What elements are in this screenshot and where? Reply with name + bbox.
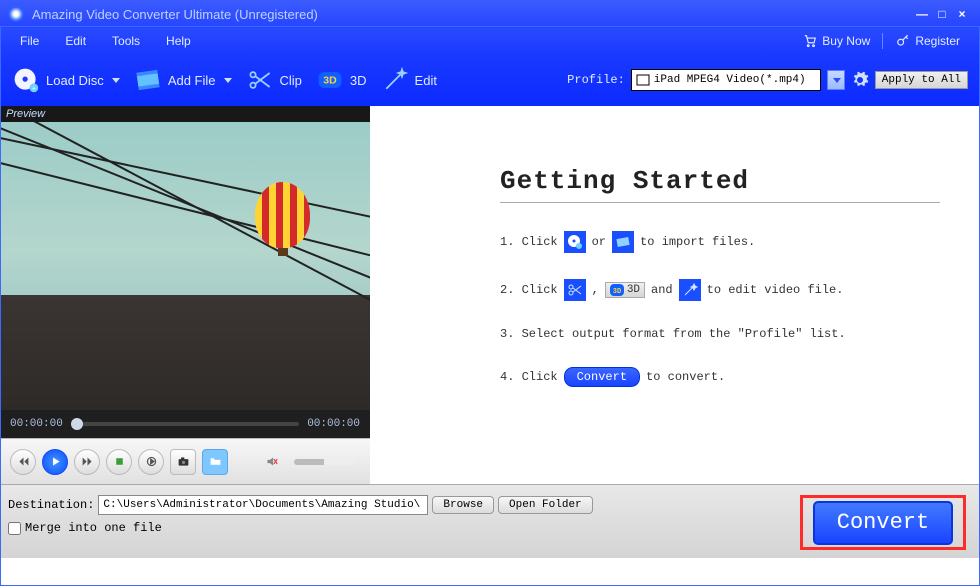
clip-button[interactable]: Clip: [246, 66, 302, 94]
preview-pane: Preview 00:00:00 00:00:00: [0, 106, 370, 484]
apply-to-all-button[interactable]: Apply to All: [875, 71, 968, 89]
svg-text:3D: 3D: [613, 288, 621, 296]
app-logo-icon: [8, 6, 24, 22]
minimize-button[interactable]: —: [912, 6, 932, 22]
step2-comma: ,: [592, 283, 599, 297]
film-icon: [134, 66, 162, 94]
gear-icon[interactable]: [851, 71, 869, 89]
menu-edit[interactable]: Edit: [57, 31, 104, 51]
time-bar: 00:00:00 00:00:00: [0, 410, 370, 438]
menu-file[interactable]: File: [12, 31, 57, 51]
profile-label: Profile:: [567, 73, 625, 87]
profile-dropdown-button[interactable]: [827, 70, 845, 90]
merge-checkbox[interactable]: [8, 522, 21, 535]
toolbar: + Load Disc Add File Clip 3D 3D Edit Pro…: [0, 54, 980, 106]
getting-started-heading: Getting Started: [500, 166, 940, 203]
3d-button[interactable]: 3D 3D: [316, 66, 367, 94]
cart-icon: [802, 34, 818, 48]
step2-text-a: 2. Click: [500, 283, 558, 297]
merge-label: Merge into one file: [25, 521, 162, 535]
time-current: 00:00:00: [10, 418, 63, 430]
step2-text-b: to edit video file.: [707, 283, 844, 297]
step3-text: 3. Select output format from the "Profil…: [500, 327, 846, 341]
time-total: 00:00:00: [307, 418, 360, 430]
wand-icon: [381, 66, 409, 94]
inline-convert-button[interactable]: Convert: [564, 367, 640, 387]
add-file-label: Add File: [168, 73, 216, 88]
inline-3d-button: 3D3D: [605, 282, 645, 298]
scissors-icon: [246, 66, 274, 94]
convert-button[interactable]: Convert: [813, 501, 953, 545]
svg-text:3D: 3D: [323, 75, 337, 87]
video-preview: [0, 122, 370, 410]
folder-button[interactable]: [202, 449, 228, 475]
menubar-divider: [882, 33, 883, 49]
step4-text-b: to convert.: [646, 370, 725, 384]
chevron-down-icon: [833, 78, 841, 83]
edit-button[interactable]: Edit: [381, 66, 437, 94]
browse-button[interactable]: Browse: [432, 496, 494, 514]
stop-button[interactable]: [106, 449, 132, 475]
profile-combobox[interactable]: iPad MPEG4 Video(*.mp4): [631, 69, 821, 91]
volume-slider[interactable]: [294, 459, 354, 465]
3d-label: 3D: [350, 73, 367, 88]
title-bar: Amazing Video Converter Ultimate (Unregi…: [0, 0, 980, 28]
svg-text:+: +: [32, 86, 36, 93]
key-icon: [895, 34, 911, 48]
register-button[interactable]: Register: [887, 34, 968, 48]
step2-and: and: [651, 283, 673, 297]
load-disc-label: Load Disc: [46, 73, 104, 88]
chevron-down-icon: [224, 78, 232, 83]
getting-started-panel: Getting Started 1. Click or to import fi…: [370, 106, 980, 484]
main-area: Preview 00:00:00 00:00:00 Getting S: [0, 106, 980, 484]
disc-icon: +: [12, 66, 40, 94]
step4-text-a: 4. Click: [500, 370, 558, 384]
step1-text-b: to import files.: [640, 235, 755, 249]
profile-value: iPad MPEG4 Video(*.mp4): [654, 74, 806, 86]
convert-highlight: Convert: [800, 495, 966, 550]
profile-selector: Profile: iPad MPEG4 Video(*.mp4) Apply t…: [567, 69, 968, 91]
step-3: 3. Select output format from the "Profil…: [500, 327, 940, 341]
chevron-down-icon: [112, 78, 120, 83]
menu-help[interactable]: Help: [158, 31, 209, 51]
inline-scissors-icon: [564, 279, 586, 301]
inline-disc-icon: [564, 231, 586, 253]
clip-label: Clip: [280, 73, 302, 88]
step-2: 2. Click , 3D3D and to edit video file.: [500, 279, 940, 301]
play-button[interactable]: [42, 449, 68, 475]
step1-or: or: [592, 235, 606, 249]
prev-button[interactable]: [10, 449, 36, 475]
bottom-bar: Destination: Browse Open Folder Merge in…: [0, 484, 980, 558]
window-title: Amazing Video Converter Ultimate (Unregi…: [32, 7, 318, 22]
step-1: 1. Click or to import files.: [500, 231, 940, 253]
inline-film-icon: [612, 231, 634, 253]
buy-now-button[interactable]: Buy Now: [794, 34, 878, 48]
player-controls: [0, 438, 370, 484]
load-disc-button[interactable]: + Load Disc: [12, 66, 120, 94]
mute-button[interactable]: [258, 449, 284, 475]
step-4: 4. Click Convert to convert.: [500, 367, 940, 387]
destination-input[interactable]: [98, 495, 428, 515]
menu-tools[interactable]: Tools: [104, 31, 158, 51]
edit-label: Edit: [415, 73, 437, 88]
step-button[interactable]: [138, 449, 164, 475]
3d-icon: 3D: [316, 66, 344, 94]
step1-text-a: 1. Click: [500, 235, 558, 249]
open-folder-button[interactable]: Open Folder: [498, 496, 593, 514]
register-label: Register: [915, 34, 960, 48]
close-button[interactable]: ×: [952, 6, 972, 22]
seek-slider[interactable]: [71, 422, 299, 426]
snapshot-button[interactable]: [170, 449, 196, 475]
add-file-button[interactable]: Add File: [134, 66, 232, 94]
destination-label: Destination:: [8, 498, 94, 512]
maximize-button[interactable]: □: [932, 6, 952, 22]
preview-label: Preview: [0, 106, 370, 122]
inline-wand-icon: [679, 279, 701, 301]
next-button[interactable]: [74, 449, 100, 475]
buy-now-label: Buy Now: [822, 34, 870, 48]
balloon-image: [255, 182, 310, 248]
menu-bar: File Edit Tools Help Buy Now Register: [0, 28, 980, 54]
device-icon: [636, 74, 650, 86]
